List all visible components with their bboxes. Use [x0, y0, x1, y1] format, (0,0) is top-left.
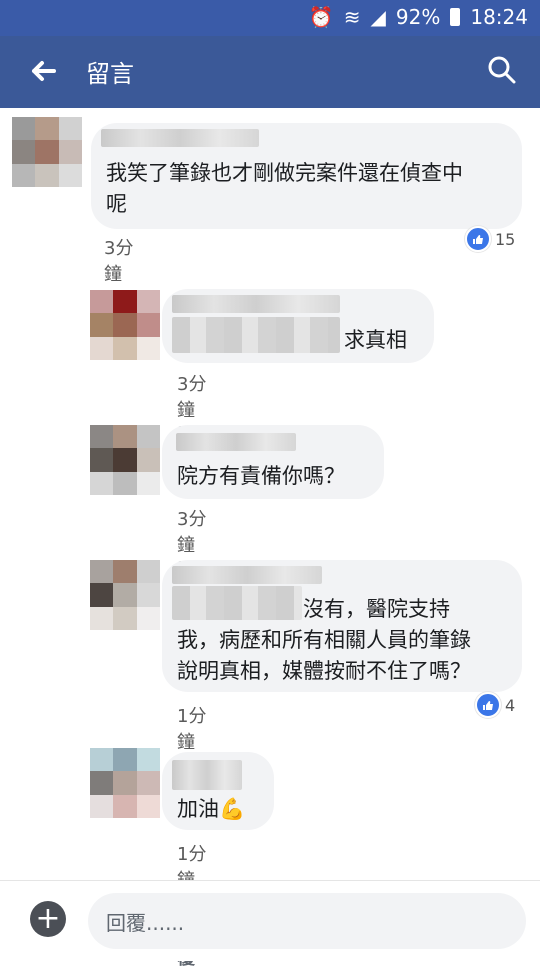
reply-input[interactable]: 回覆......	[88, 893, 526, 949]
comment-bubble[interactable]: 求真相	[162, 289, 434, 363]
alarm-icon: ⏰	[308, 5, 334, 29]
thumbs-up-icon	[465, 226, 491, 252]
avatar[interactable]	[12, 117, 82, 187]
signal-icon: ◢	[370, 5, 386, 29]
page-title: 留言	[86, 60, 134, 88]
search-icon[interactable]	[486, 54, 518, 86]
clock: 18:24	[470, 5, 528, 29]
avatar[interactable]	[90, 748, 160, 818]
comment-text: 求真相	[344, 328, 407, 352]
comment-bubble[interactable]: 沒有，醫院支持 我，病歷和所有相關人員的筆錄 說明真相，媒體按耐不住了嗎？	[162, 560, 522, 692]
thumbs-up-icon	[475, 692, 501, 718]
commenter-name-blurred	[176, 433, 296, 451]
comment-time: 3分鐘	[177, 374, 207, 421]
avatar[interactable]	[90, 290, 160, 360]
reaction-badge[interactable]: 15	[465, 226, 515, 252]
reaction-count: 4	[505, 695, 516, 715]
back-arrow-icon[interactable]	[26, 54, 60, 88]
status-right: ⏰ ≋ ◢ 92% 18:24	[309, 5, 528, 29]
commenter-name-blurred	[172, 295, 340, 313]
comment-time: 3分鐘	[177, 509, 207, 556]
comment-bubble[interactable]: 院方有責備你嗎？	[162, 425, 384, 499]
comment-time: 3分鐘	[104, 238, 134, 285]
plus-icon[interactable]: +	[30, 901, 66, 937]
commenter-name-blurred	[101, 129, 259, 147]
comment-text: 加油💪	[177, 797, 246, 821]
app-bar: 留言	[0, 36, 540, 108]
flexed-biceps-icon: 💪	[219, 797, 246, 821]
battery-percent: 92%	[395, 5, 441, 29]
wifi-icon: ≋	[343, 5, 361, 29]
blurred-text	[172, 317, 340, 353]
comment-bubble[interactable]: 加油💪	[162, 752, 274, 830]
status-bar: ⏰ ≋ ◢ 92% 18:24	[0, 0, 540, 36]
comment-text: 沒有，醫院支持 我，病歷和所有相關人員的筆錄 說明真相，媒體按耐不住了嗎？	[177, 597, 471, 683]
commenter-name-blurred	[172, 566, 322, 584]
commenter-name-blurred	[172, 760, 242, 790]
reply-composer: + 回覆......	[0, 880, 540, 961]
comment-bubble[interactable]: 我笑了筆錄也才剛做完案件還在偵查中 呢	[91, 123, 522, 229]
comment-time: 1分鐘	[177, 706, 207, 753]
avatar[interactable]	[90, 560, 160, 630]
comment-text: 我笑了筆錄也才剛做完案件還在偵查中 呢	[106, 161, 463, 216]
battery-icon	[450, 8, 461, 26]
avatar[interactable]	[90, 425, 160, 495]
reaction-count: 15	[495, 229, 516, 249]
comment-text: 院方有責備你嗎？	[177, 464, 345, 488]
reaction-badge[interactable]: 4	[475, 692, 515, 718]
